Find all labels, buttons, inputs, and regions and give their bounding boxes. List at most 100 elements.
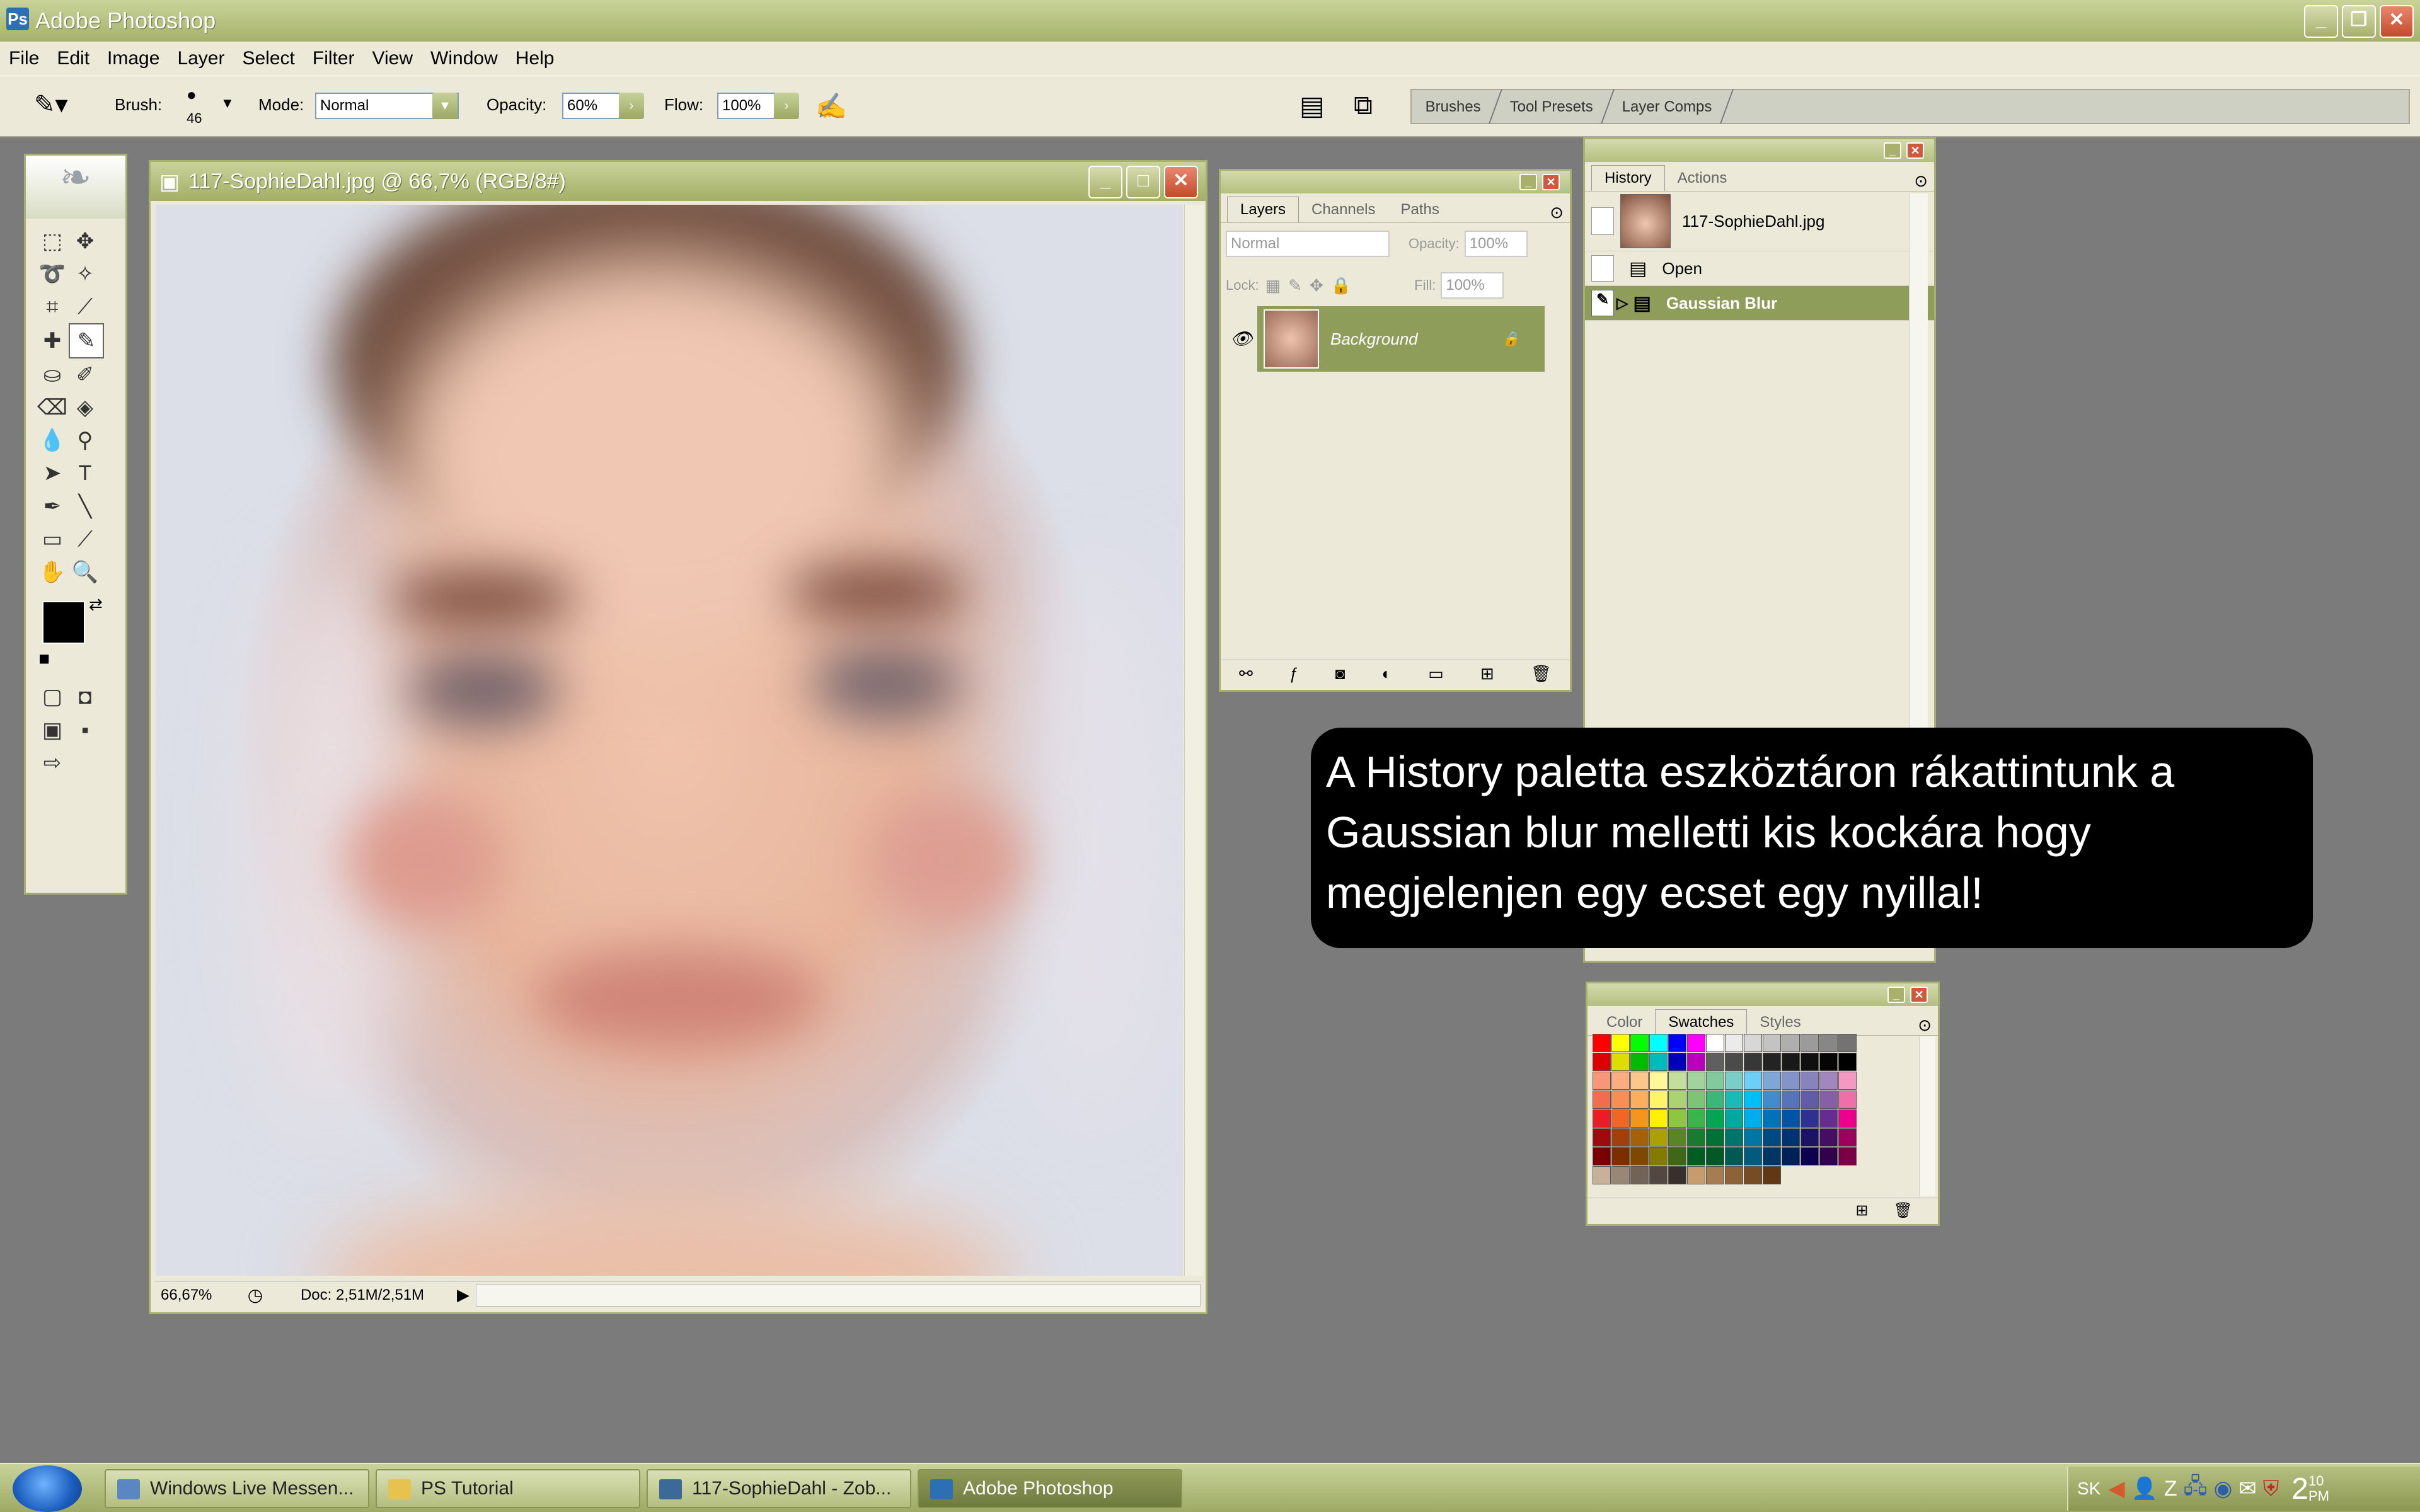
- taskbar-item-messenger[interactable]: Windows Live Messen...: [105, 1469, 369, 1508]
- snapshot-source-checkbox[interactable]: [1591, 207, 1614, 235]
- color-swatch[interactable]: [1725, 1166, 1743, 1184]
- color-swatch[interactable]: [1706, 1166, 1724, 1184]
- swatches-panel-minimize-button[interactable]: _: [1887, 987, 1905, 1003]
- swatches-panel-close-button[interactable]: ✕: [1910, 987, 1928, 1003]
- language-indicator[interactable]: SK: [2077, 1479, 2100, 1499]
- color-swatch[interactable]: [1649, 1053, 1668, 1071]
- minimize-button[interactable]: _: [2304, 5, 2338, 38]
- default-colors-icon[interactable]: ◼: [38, 650, 50, 667]
- color-swatch[interactable]: [1668, 1128, 1686, 1147]
- opacity-slider-arrow-icon[interactable]: ›: [619, 93, 644, 119]
- color-swatch[interactable]: [1611, 1166, 1630, 1184]
- screen-mode-standard-icon[interactable]: ▣: [36, 714, 69, 747]
- tab-actions[interactable]: Actions: [1665, 166, 1740, 191]
- color-swatch[interactable]: [1763, 1091, 1781, 1109]
- new-group-icon[interactable]: ▭: [1428, 664, 1444, 684]
- well-tab-tool-presets[interactable]: Tool Presets: [1490, 89, 1615, 123]
- color-swatch[interactable]: [1649, 1091, 1668, 1109]
- menu-edit[interactable]: Edit: [57, 48, 89, 69]
- color-swatch[interactable]: [1801, 1091, 1819, 1109]
- color-swatch[interactable]: [1763, 1053, 1781, 1071]
- color-swatch[interactable]: [1687, 1053, 1705, 1071]
- color-swatch[interactable]: [1706, 1091, 1724, 1109]
- color-swatch[interactable]: [1801, 1053, 1819, 1071]
- color-swatch[interactable]: [1687, 1128, 1705, 1147]
- color-swatch[interactable]: [1744, 1091, 1762, 1109]
- layers-panel-close-button[interactable]: ✕: [1542, 174, 1560, 190]
- tab-layers[interactable]: Layers: [1227, 197, 1299, 222]
- menu-window[interactable]: Window: [430, 48, 498, 69]
- color-swatch[interactable]: [1782, 1091, 1800, 1109]
- clone-stamp-tool-icon[interactable]: ⛀: [36, 358, 69, 391]
- history-panel-menu-icon[interactable]: ⊙: [1914, 171, 1928, 191]
- zoom-level[interactable]: 66,67%: [154, 1286, 236, 1304]
- brush-dropdown-arrow-icon[interactable]: ▼: [221, 95, 234, 112]
- flow-slider-arrow-icon[interactable]: ›: [774, 93, 799, 119]
- color-swatch[interactable]: [1649, 1128, 1668, 1147]
- color-swatch[interactable]: [1819, 1091, 1838, 1109]
- color-swatch[interactable]: [1763, 1128, 1781, 1147]
- color-swatch[interactable]: [1649, 1072, 1668, 1090]
- taskbar-item-image-viewer[interactable]: 117-SophieDahl - Zob...: [647, 1469, 911, 1508]
- history-brush-tool-icon[interactable]: ✐: [69, 358, 101, 391]
- color-swatch[interactable]: [1838, 1147, 1857, 1166]
- color-swatch[interactable]: [1725, 1128, 1743, 1147]
- color-swatch[interactable]: [1611, 1128, 1630, 1147]
- tab-styles[interactable]: Styles: [1747, 1010, 1813, 1035]
- color-swatch[interactable]: [1763, 1166, 1781, 1184]
- color-swatch[interactable]: [1725, 1072, 1743, 1090]
- marquee-tool-icon[interactable]: ⬚: [36, 225, 69, 258]
- type-tool-icon[interactable]: T: [69, 457, 101, 490]
- color-swatch[interactable]: [1763, 1072, 1781, 1090]
- new-swatch-icon[interactable]: ⊞: [1855, 1201, 1868, 1220]
- color-swatch[interactable]: [1819, 1147, 1838, 1166]
- color-swatch[interactable]: [1706, 1109, 1724, 1128]
- layers-panel-menu-icon[interactable]: ⊙: [1550, 203, 1564, 222]
- zoom-tool-icon[interactable]: 🔍: [69, 556, 101, 588]
- layers-panel-minimize-button[interactable]: _: [1519, 174, 1537, 190]
- well-tab-layer-comps[interactable]: Layer Comps: [1602, 89, 1734, 123]
- history-source-checkbox-open[interactable]: [1591, 255, 1614, 282]
- tab-paths[interactable]: Paths: [1388, 197, 1451, 222]
- color-swatch[interactable]: [1744, 1072, 1762, 1090]
- paint-bucket-tool-icon[interactable]: ◈: [69, 391, 101, 424]
- color-swatch[interactable]: [1611, 1147, 1630, 1166]
- tray-z-icon[interactable]: Z: [2164, 1477, 2177, 1501]
- color-swatch[interactable]: [1782, 1147, 1800, 1166]
- color-swatch[interactable]: [1744, 1109, 1762, 1128]
- lock-transparency-icon[interactable]: ▦: [1265, 276, 1281, 295]
- line-tool-icon[interactable]: ╲: [69, 490, 101, 523]
- color-swatch[interactable]: [1593, 1166, 1611, 1184]
- color-swatch[interactable]: [1630, 1053, 1649, 1071]
- color-swatch[interactable]: [1593, 1128, 1611, 1147]
- healing-brush-tool-icon[interactable]: ✚: [36, 324, 69, 357]
- airbrush-icon[interactable]: ✍: [815, 91, 847, 121]
- color-swatch[interactable]: [1819, 1034, 1838, 1052]
- new-layer-icon[interactable]: ⊞: [1480, 664, 1494, 684]
- screen-mode-full-icon[interactable]: ▪: [69, 714, 101, 747]
- color-swatch[interactable]: [1593, 1053, 1611, 1071]
- lock-all-icon[interactable]: 🔒: [1331, 276, 1351, 295]
- color-swatch[interactable]: [1593, 1109, 1611, 1128]
- history-panel-close-button[interactable]: ✕: [1906, 142, 1924, 159]
- menu-image[interactable]: Image: [107, 48, 159, 69]
- opacity-input[interactable]: 60%: [562, 93, 620, 119]
- color-swatch[interactable]: [1744, 1034, 1762, 1052]
- color-swatch[interactable]: [1687, 1034, 1705, 1052]
- color-swatch[interactable]: [1706, 1072, 1724, 1090]
- color-swatch[interactable]: [1668, 1147, 1686, 1166]
- vertical-scrollbar[interactable]: [1184, 205, 1203, 1276]
- color-swatch[interactable]: [1744, 1166, 1762, 1184]
- color-swatch[interactable]: [1630, 1166, 1649, 1184]
- color-swatch[interactable]: [1687, 1147, 1705, 1166]
- color-swatch[interactable]: [1801, 1034, 1819, 1052]
- color-swatch[interactable]: [1649, 1166, 1668, 1184]
- color-swatch[interactable]: [1630, 1034, 1649, 1052]
- mode-dropdown-arrow-icon[interactable]: ▼: [432, 93, 458, 119]
- swatches-panel-menu-icon[interactable]: ⊙: [1918, 1016, 1932, 1035]
- quick-mask-icon[interactable]: ◘: [69, 681, 101, 714]
- color-swatch[interactable]: [1706, 1128, 1724, 1147]
- color-swatch[interactable]: [1668, 1109, 1686, 1128]
- doc-close-button[interactable]: ✕: [1164, 166, 1198, 198]
- color-swatch[interactable]: [1630, 1147, 1649, 1166]
